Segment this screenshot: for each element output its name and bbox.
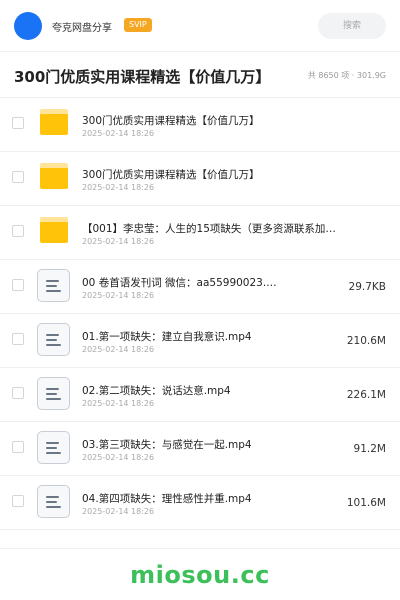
file-name[interactable]: 02.第二项缺失：说话达意.mp4: [82, 383, 231, 398]
file-size: 226.1M: [346, 389, 386, 401]
file-icon: [37, 431, 70, 464]
avatar[interactable]: [14, 12, 42, 40]
file-date: 2025-02-14 18:26: [82, 237, 155, 246]
file-icon: [37, 323, 70, 356]
file-size: 29.7KB: [348, 281, 386, 293]
file-date: 2025-02-14 18:26: [82, 507, 155, 516]
file-icon: [37, 269, 70, 302]
folder-icon: [40, 217, 68, 243]
search-input[interactable]: 搜索: [318, 13, 386, 39]
watermark: miosou.cc: [130, 561, 270, 589]
share-stats: 共 8650 项 · 301.9G: [307, 71, 386, 80]
file-size: 210.6M: [346, 335, 386, 347]
file-list: 300门优质实用课程精选【价值几万】 2025-02-14 18:26 300门优质…: [0, 98, 400, 530]
title-bar: 300门优质实用课程精选【价值几万】 共 8650 项 · 301.9G: [0, 52, 400, 98]
file-checkbox[interactable]: [12, 495, 24, 507]
file-row[interactable]: 02.第二项缺失：说话达意.mp4 2025-02-14 18:26 226.1M: [0, 368, 400, 422]
folder-icon: [40, 109, 68, 135]
file-date: 2025-02-14 18:26: [82, 399, 155, 408]
file-row[interactable]: 01.第一项缺失：建立自我意识.mp4 2025-02-14 18:26 210.6…: [0, 314, 400, 368]
footer: miosou.cc: [0, 548, 400, 600]
file-row[interactable]: 00 卷首语发刊词 微信：aa55990023.… 2025-02-14 18:2…: [0, 260, 400, 314]
svip-badge: SVIP: [124, 18, 152, 32]
file-checkbox[interactable]: [12, 225, 24, 237]
file-row[interactable]: 300门优质实用课程精选【价值几万】 2025-02-14 18:26: [0, 152, 400, 206]
file-checkbox[interactable]: [12, 387, 24, 399]
file-date: 2025-02-14 18:26: [82, 453, 155, 462]
file-icon: [37, 485, 70, 518]
file-row[interactable]: 03.第三项缺失：与感觉在一起.mp4 2025-02-14 18:26 91.2M: [0, 422, 400, 476]
file-checkbox[interactable]: [12, 117, 24, 129]
file-date: 2025-02-14 18:26: [82, 183, 155, 192]
folder-icon: [40, 163, 68, 189]
file-date: 2025-02-14 18:26: [82, 129, 155, 138]
file-row[interactable]: 【001】李忠莹：人生的15项缺失（更多资源联系加… 2025-02-14 18:…: [0, 206, 400, 260]
file-row[interactable]: 300门优质实用课程精选【价值几万】 2025-02-14 18:26: [0, 98, 400, 152]
file-checkbox[interactable]: [12, 441, 24, 453]
file-checkbox[interactable]: [12, 333, 24, 345]
file-size: 101.6M: [346, 497, 386, 509]
file-size: 91.2M: [353, 443, 386, 455]
file-name[interactable]: 01.第一项缺失：建立自我意识.mp4: [82, 329, 252, 344]
file-name[interactable]: 300门优质实用课程精选【价值几万】: [82, 167, 260, 182]
file-checkbox[interactable]: [12, 171, 24, 183]
site-name: 夸克网盘分享: [52, 23, 112, 34]
page-title: 300门优质实用课程精选【价值几万】: [14, 68, 271, 86]
file-name[interactable]: 00 卷首语发刊词 微信：aa55990023.…: [82, 275, 277, 290]
file-name[interactable]: 04.第四项缺失：理性感性并重.mp4: [82, 491, 252, 506]
file-checkbox[interactable]: [12, 279, 24, 291]
file-date: 2025-02-14 18:26: [82, 291, 155, 300]
file-icon: [37, 377, 70, 410]
file-row[interactable]: 04.第四项缺失：理性感性并重.mp4 2025-02-14 18:26 101.6…: [0, 476, 400, 530]
file-date: 2025-02-14 18:26: [82, 345, 155, 354]
file-name[interactable]: 【001】李忠莹：人生的15项缺失（更多资源联系加…: [82, 221, 336, 236]
file-name[interactable]: 300门优质实用课程精选【价值几万】: [82, 113, 260, 128]
header: 夸克网盘分享 SVIP 搜索: [0, 0, 400, 52]
file-name[interactable]: 03.第三项缺失：与感觉在一起.mp4: [82, 437, 252, 452]
